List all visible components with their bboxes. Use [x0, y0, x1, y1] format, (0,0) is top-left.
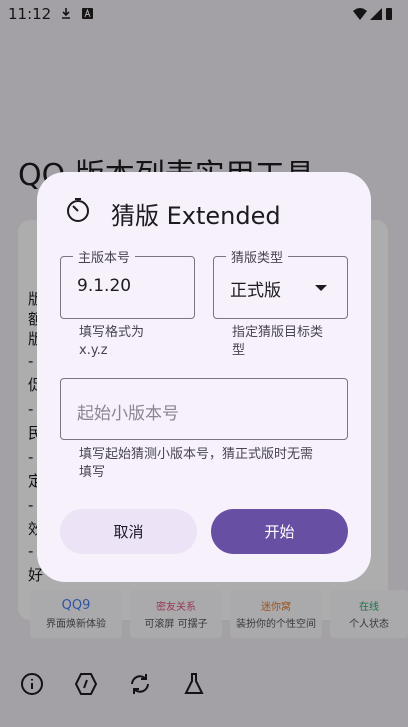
guess-type-label: 猜版类型 [226, 247, 289, 266]
cancel-button[interactable]: 取消 [60, 509, 197, 554]
guess-version-dialog: 猜版 Extended 主版本号 9.1.20 填写格式为 x.y.z 猜版类型… [37, 172, 371, 582]
guess-type-support-text: 指定猜版目标类 型 [232, 325, 324, 358]
guess-type-value: 正式版 [230, 281, 281, 301]
main-version-value: 9.1.20 [77, 276, 132, 296]
main-version-label: 主版本号 [73, 247, 136, 266]
start-button[interactable]: 开始 [211, 509, 348, 554]
start-minor-version-field[interactable]: 起始小版本号 [60, 378, 348, 440]
dialog-title: 猜版 Extended [111, 202, 281, 230]
dropdown-arrow-icon [315, 285, 327, 291]
start-minor-version-support-text: 填写起始猜测小版本号，猜正式版时无需 填写 [79, 447, 314, 480]
start-minor-version-placeholder: 起始小版本号 [77, 404, 179, 424]
guess-type-dropdown[interactable]: 猜版类型 正式版 [213, 247, 348, 319]
main-version-support-text: 填写格式为 x.y.z [79, 325, 145, 358]
main-version-field[interactable]: 主版本号 9.1.20 [60, 247, 195, 319]
timer-icon [67, 198, 89, 222]
